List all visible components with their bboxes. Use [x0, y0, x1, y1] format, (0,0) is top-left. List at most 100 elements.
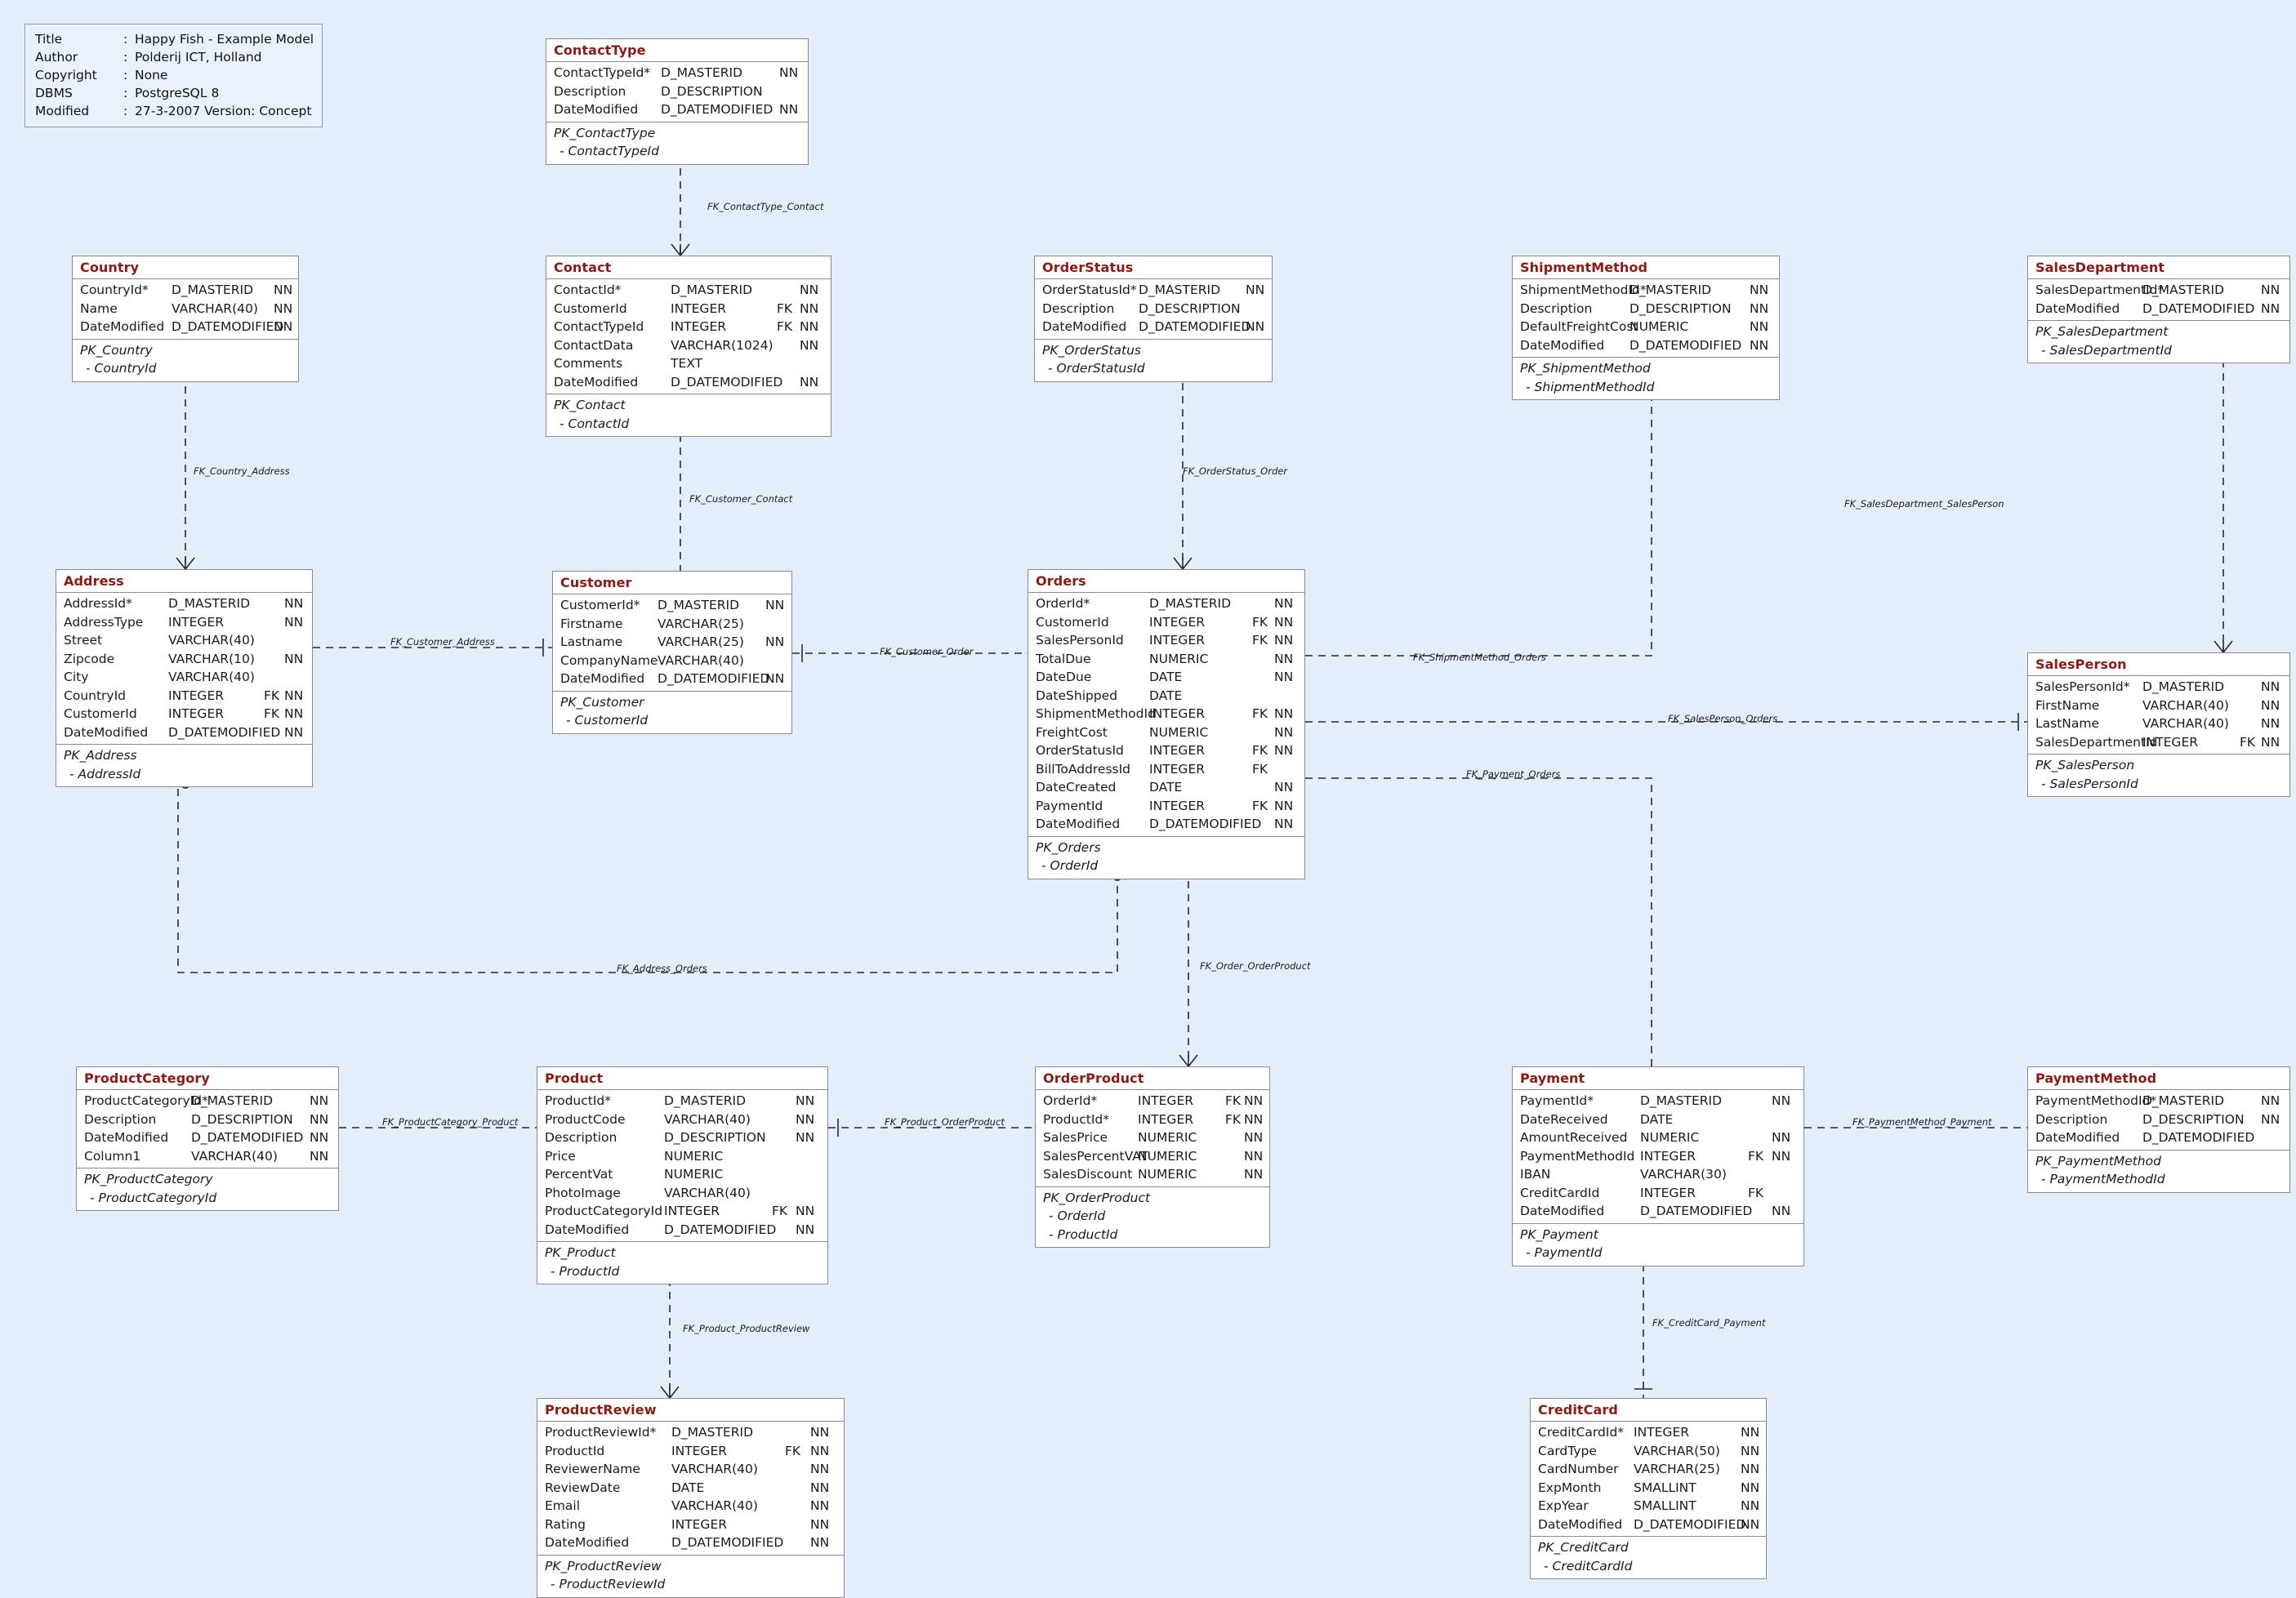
attribute-row[interactable]: AmountReceived NUMERIC NN: [1513, 1128, 1803, 1147]
attribute-row[interactable]: ExpMonth SMALLINT NN: [1531, 1479, 1766, 1498]
attribute-row[interactable]: OrderStatusId* D_MASTERID NN: [1035, 281, 1272, 300]
attribute-row[interactable]: Email VARCHAR(40) NN: [537, 1497, 844, 1516]
attribute-row[interactable]: PaymentMethodId* D_MASTERID NN: [2028, 1092, 2289, 1111]
entity-salesdepartment[interactable]: SalesDepartment SalesDepartmentId* D_MASTE…: [2027, 256, 2290, 363]
attribute-row[interactable]: Description D_DESCRIPTION: [1035, 300, 1272, 318]
attribute-row[interactable]: OrderStatusId INTEGER FK NN: [1028, 741, 1304, 760]
attribute-row[interactable]: DateModified D_DATEMODIFIED NN: [546, 373, 831, 392]
attribute-row[interactable]: CardNumber VARCHAR(25) NN: [1531, 1460, 1766, 1479]
entity-orderproduct[interactable]: OrderProduct OrderId* INTEGER FK NN ProductId…: [1035, 1066, 1270, 1248]
attribute-row[interactable]: Description D_DESCRIPTION NN: [1513, 300, 1779, 318]
attribute-row[interactable]: ReviewDate DATE NN: [537, 1479, 844, 1498]
entity-productreview[interactable]: ProductReview ProductReviewId* D_MASTERID N…: [537, 1398, 845, 1598]
attribute-row[interactable]: Description D_DESCRIPTION: [546, 82, 808, 101]
attribute-row[interactable]: SalesDiscount NUMERIC NN: [1036, 1165, 1269, 1184]
attribute-row[interactable]: DateModified D_DATEMODIFIED NN: [537, 1221, 827, 1240]
attribute-row[interactable]: PaymentId* D_MASTERID NN: [1513, 1092, 1803, 1111]
entity-payment[interactable]: Payment PaymentId* D_MASTERID NN DateReceive…: [1512, 1066, 1804, 1266]
attribute-row[interactable]: Description D_DESCRIPTION NN: [2028, 1111, 2289, 1129]
attribute-row[interactable]: ProductId INTEGER FK NN: [537, 1442, 844, 1461]
entity-orderstatus[interactable]: OrderStatus OrderStatusId* D_MASTERID NN Des…: [1034, 256, 1273, 382]
attribute-row[interactable]: PercentVat NUMERIC: [537, 1165, 827, 1184]
attribute-row[interactable]: Comments TEXT: [546, 354, 831, 373]
attribute-row[interactable]: ProductCategoryId INTEGER FK NN: [537, 1202, 827, 1221]
attribute-row[interactable]: ProductCategoryId* D_MASTERID NN: [77, 1092, 338, 1111]
entity-country[interactable]: Country CountryId* D_MASTERID NN Name VARCHAR…: [72, 256, 299, 382]
attribute-row[interactable]: DateModified D_DATEMODIFIED NN: [1513, 1202, 1803, 1221]
entity-creditcard[interactable]: CreditCard CreditCardId* INTEGER NN CardType…: [1530, 1398, 1767, 1579]
attribute-row[interactable]: ExpYear SMALLINT NN: [1531, 1497, 1766, 1516]
entity-customer[interactable]: Customer CustomerId* D_MASTERID NN Firstname…: [552, 571, 792, 734]
attribute-row[interactable]: FirstName VARCHAR(40) NN: [2028, 697, 2289, 715]
attribute-row[interactable]: ContactData VARCHAR(1024) NN: [546, 336, 831, 355]
attribute-row[interactable]: DateModified D_DATEMODIFIED NN: [1028, 815, 1304, 834]
attribute-row[interactable]: CardType VARCHAR(50) NN: [1531, 1442, 1766, 1461]
attribute-row[interactable]: SalesDepartmentId INTEGER FK NN: [2028, 733, 2289, 752]
attribute-row[interactable]: ShipmentMethodId* D_MASTERID NN: [1513, 281, 1779, 300]
attribute-row[interactable]: FreightCost NUMERIC NN: [1028, 723, 1304, 742]
attribute-row[interactable]: DateDue DATE NN: [1028, 668, 1304, 687]
attribute-row[interactable]: Name VARCHAR(40) NN: [73, 300, 298, 318]
entity-shipmentmethod[interactable]: ShipmentMethod ShipmentMethodId* D_MASTERI…: [1512, 256, 1780, 400]
attribute-row[interactable]: Description D_DESCRIPTION NN: [77, 1111, 338, 1129]
attribute-row[interactable]: CustomerId INTEGER FK NN: [546, 300, 831, 318]
attribute-row[interactable]: ReviewerName VARCHAR(40) NN: [537, 1460, 844, 1479]
attribute-row[interactable]: DateModified D_DATEMODIFIED NN: [546, 100, 808, 119]
attribute-row[interactable]: DateModified D_DATEMODIFIED NN: [537, 1533, 844, 1552]
attribute-row[interactable]: ProductCode VARCHAR(40) NN: [537, 1111, 827, 1129]
attribute-row[interactable]: SalesDepartmentId* D_MASTERID NN: [2028, 281, 2289, 300]
attribute-row[interactable]: OrderId* INTEGER FK NN: [1036, 1092, 1269, 1111]
attribute-row[interactable]: CreditCardId INTEGER FK: [1513, 1184, 1803, 1203]
attribute-row[interactable]: ProductId* D_MASTERID NN: [537, 1092, 827, 1111]
attribute-row[interactable]: City VARCHAR(40): [56, 668, 312, 687]
attribute-row[interactable]: ProductId* INTEGER FK NN: [1036, 1111, 1269, 1129]
attribute-row[interactable]: AddressId* D_MASTERID NN: [56, 594, 312, 613]
attribute-row[interactable]: CustomerId* D_MASTERID NN: [553, 596, 791, 615]
attribute-row[interactable]: ContactTypeId INTEGER FK NN: [546, 318, 831, 336]
attribute-row[interactable]: DateModified D_DATEMODIFIED NN: [1531, 1516, 1766, 1534]
attribute-row[interactable]: DefaultFreightCost NUMERIC NN: [1513, 318, 1779, 336]
entity-product[interactable]: Product ProductId* D_MASTERID NN ProductCode…: [537, 1066, 828, 1284]
attribute-row[interactable]: PhotoImage VARCHAR(40): [537, 1184, 827, 1203]
attribute-row[interactable]: LastName VARCHAR(40) NN: [2028, 714, 2289, 733]
attribute-row[interactable]: ShipmentMethodId INTEGER FK NN: [1028, 705, 1304, 723]
attribute-row[interactable]: OrderId* D_MASTERID NN: [1028, 594, 1304, 613]
attribute-row[interactable]: Description D_DESCRIPTION NN: [537, 1128, 827, 1147]
attribute-row[interactable]: AddressType INTEGER NN: [56, 613, 312, 632]
attribute-row[interactable]: Rating INTEGER NN: [537, 1516, 844, 1534]
attribute-row[interactable]: Zipcode VARCHAR(10) NN: [56, 650, 312, 669]
attribute-row[interactable]: DateModified D_DATEMODIFIED NN: [1513, 336, 1779, 355]
attribute-row[interactable]: SalesPersonId* D_MASTERID NN: [2028, 678, 2289, 697]
attribute-row[interactable]: CompanyName VARCHAR(40): [553, 652, 791, 670]
attribute-row[interactable]: DateModified D_DATEMODIFIED NN: [553, 670, 791, 688]
attribute-row[interactable]: TotalDue NUMERIC NN: [1028, 650, 1304, 669]
attribute-row[interactable]: PaymentMethodId INTEGER FK NN: [1513, 1147, 1803, 1166]
attribute-row[interactable]: Lastname VARCHAR(25) NN: [553, 633, 791, 652]
attribute-row[interactable]: DateModified D_DATEMODIFIED NN: [73, 318, 298, 336]
attribute-row[interactable]: CustomerId INTEGER FK NN: [56, 705, 312, 723]
entity-orders[interactable]: Orders OrderId* D_MASTERID NN CustomerId INTE…: [1028, 569, 1305, 879]
attribute-row[interactable]: SalesPrice NUMERIC NN: [1036, 1128, 1269, 1147]
attribute-row[interactable]: CreditCardId* INTEGER NN: [1531, 1423, 1766, 1442]
attribute-row[interactable]: IBAN VARCHAR(30): [1513, 1165, 1803, 1184]
attribute-row[interactable]: DateCreated DATE NN: [1028, 778, 1304, 797]
attribute-row[interactable]: SalesPercentVAT NUMERIC NN: [1036, 1147, 1269, 1166]
entity-paymentmethod[interactable]: PaymentMethod PaymentMethodId* D_MASTERID N…: [2027, 1066, 2290, 1193]
entity-productcategory[interactable]: ProductCategory ProductCategoryId* D_MASTE…: [76, 1066, 339, 1211]
attribute-row[interactable]: CustomerId INTEGER FK NN: [1028, 613, 1304, 632]
attribute-row[interactable]: DateShipped DATE: [1028, 687, 1304, 706]
attribute-row[interactable]: CountryId INTEGER FK NN: [56, 687, 312, 706]
entity-contacttype[interactable]: ContactType ContactTypeId* D_MASTERID NN Des…: [546, 38, 809, 165]
attribute-row[interactable]: DateModified D_DATEMODIFIED NN: [2028, 300, 2289, 318]
attribute-row[interactable]: ContactTypeId* D_MASTERID NN: [546, 64, 808, 82]
attribute-row[interactable]: DateModified D_DATEMODIFIED: [2028, 1128, 2289, 1147]
attribute-row[interactable]: SalesPersonId INTEGER FK NN: [1028, 631, 1304, 650]
attribute-row[interactable]: DateModified D_DATEMODIFIED NN: [77, 1128, 338, 1147]
entity-address[interactable]: Address AddressId* D_MASTERID NN AddressType…: [56, 569, 313, 787]
attribute-row[interactable]: PaymentId INTEGER FK NN: [1028, 797, 1304, 816]
attribute-row[interactable]: BillToAddressId INTEGER FK: [1028, 760, 1304, 779]
attribute-row[interactable]: CountryId* D_MASTERID NN: [73, 281, 298, 300]
attribute-row[interactable]: ProductReviewId* D_MASTERID NN: [537, 1423, 844, 1442]
entity-salesperson[interactable]: SalesPerson SalesPersonId* D_MASTERID NN Fir…: [2027, 652, 2290, 797]
attribute-row[interactable]: DateModified D_DATEMODIFIED NN: [1035, 318, 1272, 336]
